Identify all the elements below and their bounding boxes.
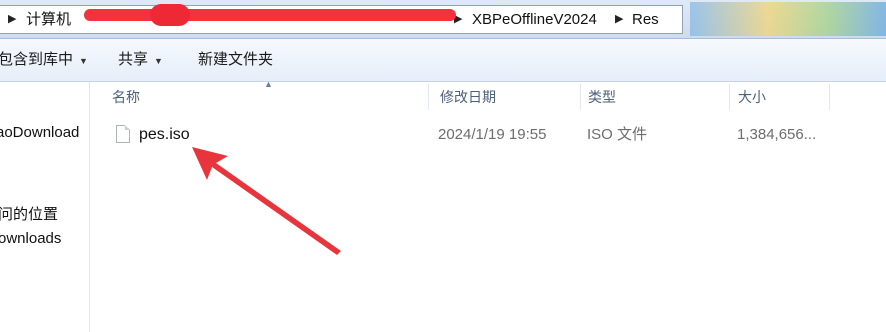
red-arrow-icon — [192, 147, 341, 255]
